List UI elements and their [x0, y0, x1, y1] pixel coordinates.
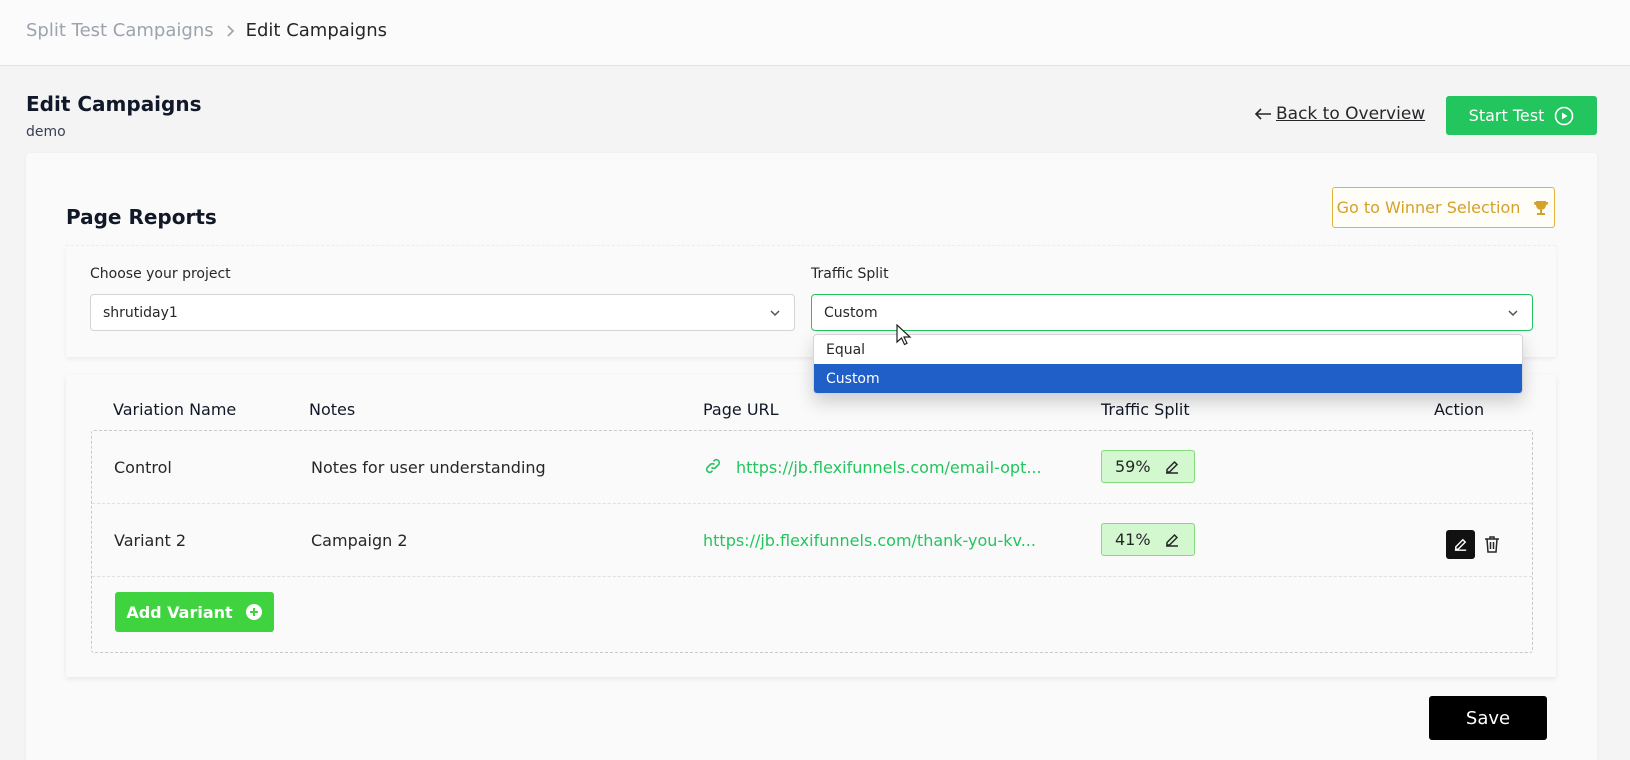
- page-title: Edit Campaigns: [26, 92, 202, 116]
- header-traffic-split: Traffic Split: [1101, 400, 1190, 419]
- mouse-cursor-icon: [896, 324, 912, 346]
- page-subtitle: demo: [26, 124, 66, 140]
- project-label: Choose your project: [90, 266, 231, 282]
- add-variant-button[interactable]: Add Variant: [115, 592, 274, 632]
- row-1-split-badge: 59%: [1101, 450, 1195, 483]
- back-to-overview-label: Back to Overview: [1276, 104, 1426, 124]
- row-2-name: Variant 2: [114, 531, 187, 550]
- back-to-overview-link[interactable]: Back to Overview: [1254, 104, 1425, 124]
- edit-icon: [1454, 538, 1467, 551]
- chevron-down-icon: [1508, 309, 1518, 316]
- play-circle-icon: [1555, 106, 1574, 125]
- traffic-split-select[interactable]: Custom: [811, 294, 1533, 331]
- option-equal[interactable]: Equal: [814, 335, 1522, 364]
- edit-icon[interactable]: [1163, 531, 1181, 549]
- row-2-url[interactable]: https://jb.flexifunnels.com/thank-you-kv…: [703, 531, 1036, 550]
- row-divider: [92, 576, 1532, 577]
- page-reports-title: Page Reports: [66, 205, 217, 229]
- breadcrumb-split-test-campaigns[interactable]: Split Test Campaigns: [26, 20, 214, 41]
- save-button[interactable]: Save: [1429, 696, 1547, 740]
- winner-selection-label: Go to Winner Selection: [1336, 198, 1521, 217]
- winner-selection-button[interactable]: Go to Winner Selection: [1332, 187, 1555, 228]
- row-2-split-badge: 41%: [1101, 523, 1195, 556]
- add-variant-label: Add Variant: [126, 602, 233, 622]
- traffic-split-dropdown: Equal Custom: [813, 334, 1523, 394]
- row-1-notes: Notes for user understanding: [311, 458, 546, 477]
- trash-icon[interactable]: [1481, 533, 1503, 555]
- header-page-url: Page URL: [703, 400, 779, 419]
- project-select[interactable]: shrutiday1: [90, 294, 795, 331]
- trophy-icon: [1534, 200, 1549, 215]
- top-bar: Split Test Campaigns Edit Campaigns: [0, 0, 1630, 66]
- header-variation-name: Variation Name: [113, 400, 237, 419]
- start-test-button[interactable]: Start Test: [1446, 96, 1597, 135]
- arrow-left-icon: [1254, 108, 1271, 120]
- traffic-split-select-value: Custom: [824, 304, 878, 321]
- breadcrumb-current: Edit Campaigns: [245, 20, 387, 41]
- header-action: Action: [1434, 400, 1485, 419]
- project-select-value: shrutiday1: [103, 304, 178, 321]
- edit-icon[interactable]: [1163, 458, 1181, 476]
- row-1-url[interactable]: https://jb.flexifunnels.com/email-opt...: [736, 458, 1042, 477]
- traffic-split-label: Traffic Split: [811, 266, 889, 282]
- plus-circle-icon: [245, 604, 262, 620]
- start-test-label: Start Test: [1468, 106, 1545, 125]
- link-icon: [705, 458, 721, 474]
- chevron-down-icon: [770, 309, 780, 316]
- row-divider: [92, 503, 1532, 504]
- row-1-name: Control: [114, 458, 172, 477]
- option-custom[interactable]: Custom: [814, 364, 1522, 393]
- breadcrumb: Split Test Campaigns Edit Campaigns: [26, 20, 387, 41]
- header-notes: Notes: [309, 400, 356, 419]
- row-2-notes: Campaign 2: [311, 531, 408, 550]
- row-2-edit-button[interactable]: [1446, 530, 1475, 559]
- row-2-split: 41%: [1115, 530, 1151, 549]
- row-1-split: 59%: [1115, 457, 1151, 476]
- chevron-right-icon: [227, 24, 234, 37]
